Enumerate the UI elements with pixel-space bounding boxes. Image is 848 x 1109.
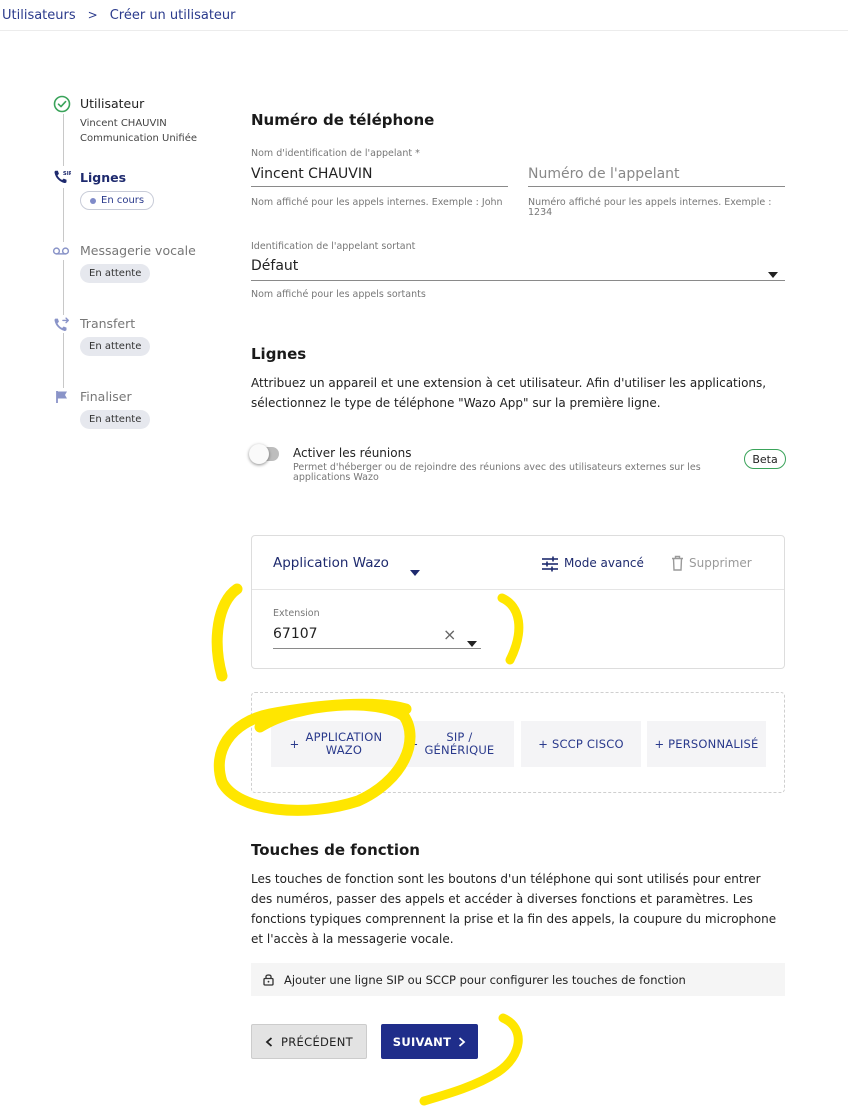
check-circle-icon	[53, 95, 71, 113]
step-transfer-title[interactable]: Transfert	[80, 316, 135, 331]
phone-section-title: Numéro de téléphone	[251, 111, 435, 129]
device-type-select[interactable]: Application Wazo	[273, 555, 389, 571]
stepper-connector	[63, 333, 64, 388]
breadcrumb: Utilisateurs > Créer un utilisateur	[0, 0, 848, 31]
stepper-connector	[63, 188, 64, 242]
function-keys-info-text: Ajouter une ligne SIP ou SCCP pour confi…	[284, 972, 686, 987]
outgoing-id-help: Nom affiché pour les appels sortants	[251, 289, 426, 300]
meetings-label: Activer les réunions	[293, 446, 412, 460]
chevron-left-icon	[265, 1036, 273, 1047]
stepper-connector	[63, 260, 64, 315]
previous-button[interactable]: PRÉCÉDENT	[251, 1024, 367, 1059]
caller-number-underline	[528, 186, 785, 187]
flag-icon	[53, 388, 71, 406]
add-custom-button[interactable]: + PERSONNALISÉ	[647, 721, 766, 767]
lock-icon	[263, 973, 274, 986]
trash-icon	[671, 555, 684, 575]
chevron-right-icon	[459, 1036, 466, 1047]
caller-name-underline	[251, 186, 508, 187]
status-badge-in-progress: En cours	[80, 191, 155, 210]
add-wazo-app-button[interactable]: + APPLICATION WAZO	[271, 721, 401, 767]
breadcrumb-separator: >	[87, 8, 98, 22]
function-keys-description: Les touches de fonction sont les boutons…	[251, 872, 777, 946]
call-forward-icon	[53, 315, 71, 333]
step-user-profile: Communication Unifiée	[80, 133, 198, 144]
stepper-connector	[63, 114, 64, 166]
lines-section-title: Lignes	[251, 345, 307, 363]
function-keys-title: Touches de fonction	[251, 841, 420, 859]
step-voicemail-title[interactable]: Messagerie vocale	[80, 243, 196, 258]
outgoing-id-label: Identification de l'appelant sortant	[251, 241, 416, 252]
step-user-title[interactable]: Utilisateur	[80, 96, 144, 111]
status-badge-pending: En attente	[80, 410, 151, 429]
outgoing-id-select[interactable]: Défaut	[251, 258, 298, 274]
extension-input[interactable]: 67107	[273, 626, 318, 642]
step-finalize-title[interactable]: Finaliser	[80, 389, 132, 404]
card-divider	[252, 589, 784, 590]
tune-icon	[541, 556, 559, 576]
toggle-knob	[249, 444, 269, 464]
function-keys-info: Ajouter une ligne SIP ou SCCP pour confi…	[251, 963, 785, 996]
step-user-name: Vincent CHAUVIN	[80, 118, 167, 129]
extension-label: Extension	[273, 608, 320, 619]
annotation-bracket-left	[211, 583, 243, 682]
beta-badge: Beta	[744, 449, 786, 469]
chevron-down-icon[interactable]	[410, 561, 420, 580]
add-sccp-cisco-button[interactable]: + SCCP CISCO	[521, 721, 641, 767]
delete-line-button[interactable]: Supprimer	[689, 556, 752, 570]
caller-number-help: Numéro affiché pour les appels internes.…	[528, 197, 772, 218]
voicemail-icon	[52, 242, 70, 260]
meetings-help: Permet d'héberger ou de rejoindre des ré…	[293, 462, 701, 483]
next-button[interactable]: SUIVANT	[381, 1024, 478, 1059]
clear-icon[interactable]: ×	[443, 625, 456, 644]
advanced-mode-button[interactable]: Mode avancé	[564, 556, 644, 570]
caller-name-help: Nom affiché pour les appels internes. Ex…	[251, 197, 503, 208]
add-sip-generic-button[interactable]: + SIP / GÉNÉRIQUE	[401, 721, 514, 767]
status-dot	[90, 197, 96, 204]
caller-name-label: Nom d'identification de l'appelant *	[251, 148, 420, 159]
extension-underline	[273, 648, 481, 649]
caller-name-input[interactable]: Vincent CHAUVIN	[251, 166, 372, 182]
caller-number-input[interactable]: Numéro de l'appelant	[528, 166, 680, 182]
breadcrumb-current: Créer un utilisateur	[109, 7, 236, 23]
outgoing-id-underline	[251, 280, 785, 281]
meetings-toggle[interactable]	[249, 444, 279, 464]
breadcrumb-users-link[interactable]: Utilisateurs	[2, 8, 76, 23]
status-badge-pending: En attente	[80, 264, 151, 283]
lines-description: Attribuez un appareil et une extension à…	[251, 376, 767, 410]
status-badge-pending: En attente	[80, 337, 151, 356]
step-lines-title[interactable]: Lignes	[80, 170, 126, 185]
svg-text:SIP: SIP	[63, 171, 71, 177]
sip-phone-icon: SIP	[53, 168, 71, 186]
